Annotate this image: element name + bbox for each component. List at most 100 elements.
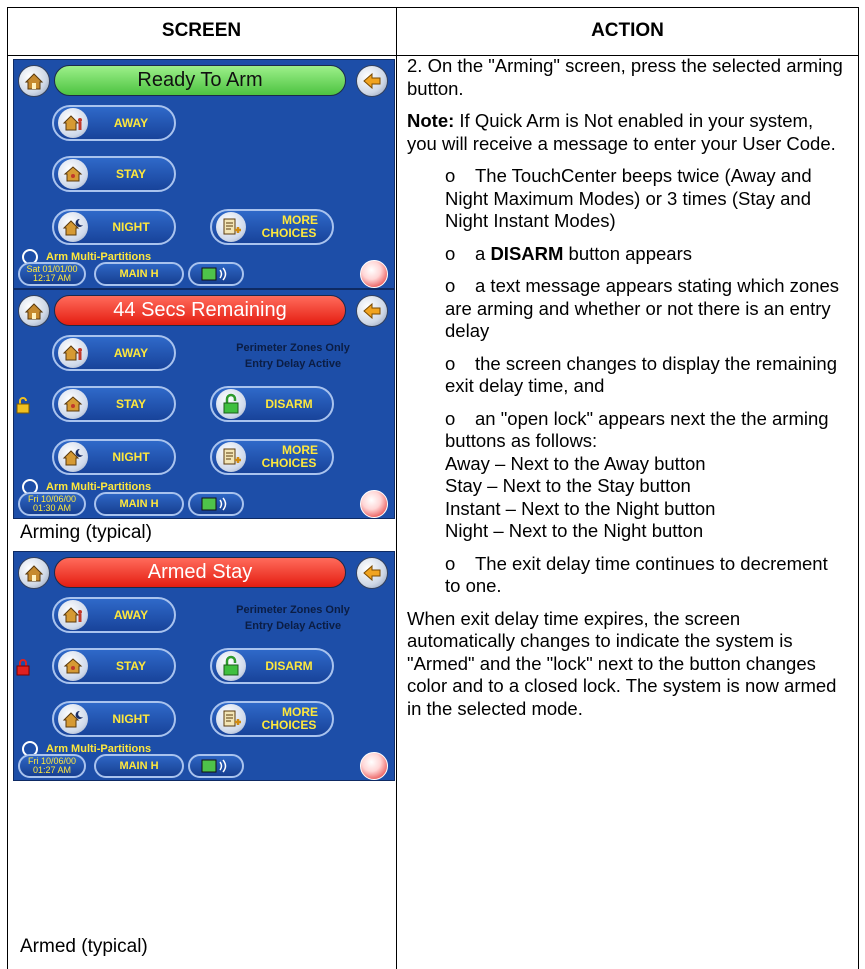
action-instructions: 2. On the "Arming" screen, press the sel… — [407, 55, 847, 730]
screen-column-header: SCREEN — [161, 20, 242, 41]
back-arrow-icon[interactable] — [356, 65, 388, 97]
open-lock-icon — [16, 397, 30, 414]
list-item: oa DISARM button appears — [445, 243, 847, 266]
status-bar: Sat 01/01/00 12:17 AM MAIN H — [18, 260, 390, 288]
armed-stay-screen: Armed Stay AWAY Perimeter Zones Only Ent… — [13, 551, 395, 781]
date-time-button[interactable]: Sat 01/01/00 12:17 AM — [18, 262, 86, 286]
stay-button[interactable]: STAY — [52, 648, 176, 684]
away-button[interactable]: AWAY — [52, 335, 176, 371]
entry-delay-text: Entry Delay Active — [244, 358, 342, 370]
decrement-text: The exit delay time continues to decreme… — [445, 552, 828, 597]
away-label: AWAY — [113, 607, 149, 622]
armed-caption: Armed (typical) — [20, 936, 148, 957]
ready-to-arm-screen: Ready To Arm AWAY STAY NIGHT MORE CHOICES… — [13, 59, 395, 289]
entry-delay-text: Entry Delay Active — [244, 620, 342, 632]
note-label: Note: — [407, 110, 455, 131]
date-time-button[interactable]: Fri 10/06/00 01:30 AM — [18, 492, 86, 516]
panic-alarm-icon[interactable] — [360, 490, 388, 518]
step-text: 2. On the "Arming" screen, press the sel… — [407, 55, 843, 99]
disarm-text-bold: DISARM — [490, 242, 564, 264]
status-banner: 44 Secs Remaining — [54, 295, 346, 326]
home-icon[interactable] — [18, 557, 50, 589]
zone-info-text: Perimeter Zones Only Entry Delay Active — [210, 602, 376, 634]
status-bar: Fri 10/06/00 01:30 AM MAIN H — [18, 490, 390, 518]
back-arrow-icon[interactable] — [356, 557, 388, 589]
disarm-button[interactable]: DISARM — [210, 648, 334, 684]
stay-button[interactable]: STAY — [52, 156, 176, 192]
bullet: o — [445, 242, 456, 264]
list-item: o The exit delay time continues to decrem… — [445, 553, 847, 598]
closed-lock-icon — [16, 659, 30, 676]
house-moon-icon — [58, 704, 88, 734]
more-choices-button[interactable]: MORE CHOICES — [210, 439, 334, 475]
back-arrow-icon[interactable] — [356, 295, 388, 327]
panic-alarm-icon[interactable] — [360, 752, 388, 780]
table-border-left — [7, 7, 8, 969]
green-lock-icon — [216, 389, 246, 419]
bullet: o — [445, 275, 456, 296]
night-label: NIGHT — [112, 449, 150, 464]
night-button[interactable]: NIGHT — [52, 701, 176, 737]
night-label: NIGHT — [112, 711, 150, 726]
final-paragraph: When exit delay time expires, the screen… — [407, 607, 837, 719]
away-label: AWAY — [113, 345, 149, 360]
bullet: o — [445, 407, 456, 429]
zone-info-text: Perimeter Zones Only Entry Delay Active — [210, 340, 376, 372]
home-icon[interactable] — [18, 65, 50, 97]
list-item: o an "open lock" appears next the the arm… — [445, 408, 847, 543]
house-icon — [58, 159, 88, 189]
house-moon-icon — [58, 442, 88, 472]
away-button[interactable]: AWAY — [52, 597, 176, 633]
perimeter-zones-text: Perimeter Zones Only — [236, 342, 350, 354]
message-button[interactable] — [188, 492, 244, 516]
night-label: NIGHT — [112, 219, 150, 234]
time-text: 01:27 AM — [32, 765, 72, 775]
list-item: o The TouchCenter beeps twice (Away and N… — [445, 165, 847, 233]
house-person-icon — [58, 338, 88, 368]
night-button[interactable]: NIGHT — [52, 439, 176, 475]
green-lock-icon — [216, 651, 246, 681]
message-speaker-icon — [201, 759, 227, 773]
list-item: o the screen changes to display the remai… — [445, 353, 847, 398]
away-button[interactable]: AWAY — [52, 105, 176, 141]
bullet: o — [445, 552, 456, 574]
beeps-text: The TouchCenter beeps twice (Away and Ni… — [445, 165, 812, 231]
stay-label: STAY — [115, 396, 146, 411]
main-h-button[interactable]: MAIN H — [94, 262, 184, 286]
disarm-text-post: button appears — [563, 242, 692, 264]
message-button[interactable] — [188, 262, 244, 286]
choices-label: CHOICES — [261, 456, 317, 470]
list-plus-icon — [216, 704, 246, 734]
main-h-button[interactable]: MAIN H — [94, 754, 184, 778]
exit-delay-text: the screen changes to display the remain… — [445, 352, 837, 397]
main-h-button[interactable]: MAIN H — [94, 492, 184, 516]
home-icon[interactable] — [18, 295, 50, 327]
night-button[interactable]: NIGHT — [52, 209, 176, 245]
choices-label: CHOICES — [261, 718, 317, 732]
action-column-header: ACTION — [591, 20, 664, 41]
house-person-icon — [58, 600, 88, 630]
date-time-button[interactable]: Fri 10/06/00 01:27 AM — [18, 754, 86, 778]
panic-alarm-icon[interactable] — [360, 260, 388, 288]
more-choices-button[interactable]: MORE CHOICES — [210, 701, 334, 737]
arming-caption: Arming (typical) — [20, 522, 152, 543]
column-divider — [396, 7, 397, 969]
disarm-button[interactable]: DISARM — [210, 386, 334, 422]
zones-text: a text message appears stating which zon… — [445, 275, 840, 341]
disarm-text-pre: a — [475, 242, 491, 264]
stay-button[interactable]: STAY — [52, 386, 176, 422]
disarm-label: DISARM — [265, 658, 313, 673]
house-moon-icon — [58, 212, 88, 242]
table-border-right — [858, 7, 859, 969]
choices-label: CHOICES — [261, 226, 317, 240]
disarm-label: DISARM — [265, 396, 313, 411]
perimeter-zones-text: Perimeter Zones Only — [236, 604, 350, 616]
stay-label: STAY — [115, 658, 146, 673]
message-button[interactable] — [188, 754, 244, 778]
stay-label: STAY — [115, 166, 146, 181]
more-choices-button[interactable]: MORE CHOICES — [210, 209, 334, 245]
status-banner: Ready To Arm — [54, 65, 346, 96]
note-text: If Quick Arm is Not enabled in your syst… — [407, 110, 836, 154]
time-text: 12:17 AM — [32, 273, 72, 283]
open-lock-text: an "open lock" appears next the the armi… — [445, 407, 829, 542]
